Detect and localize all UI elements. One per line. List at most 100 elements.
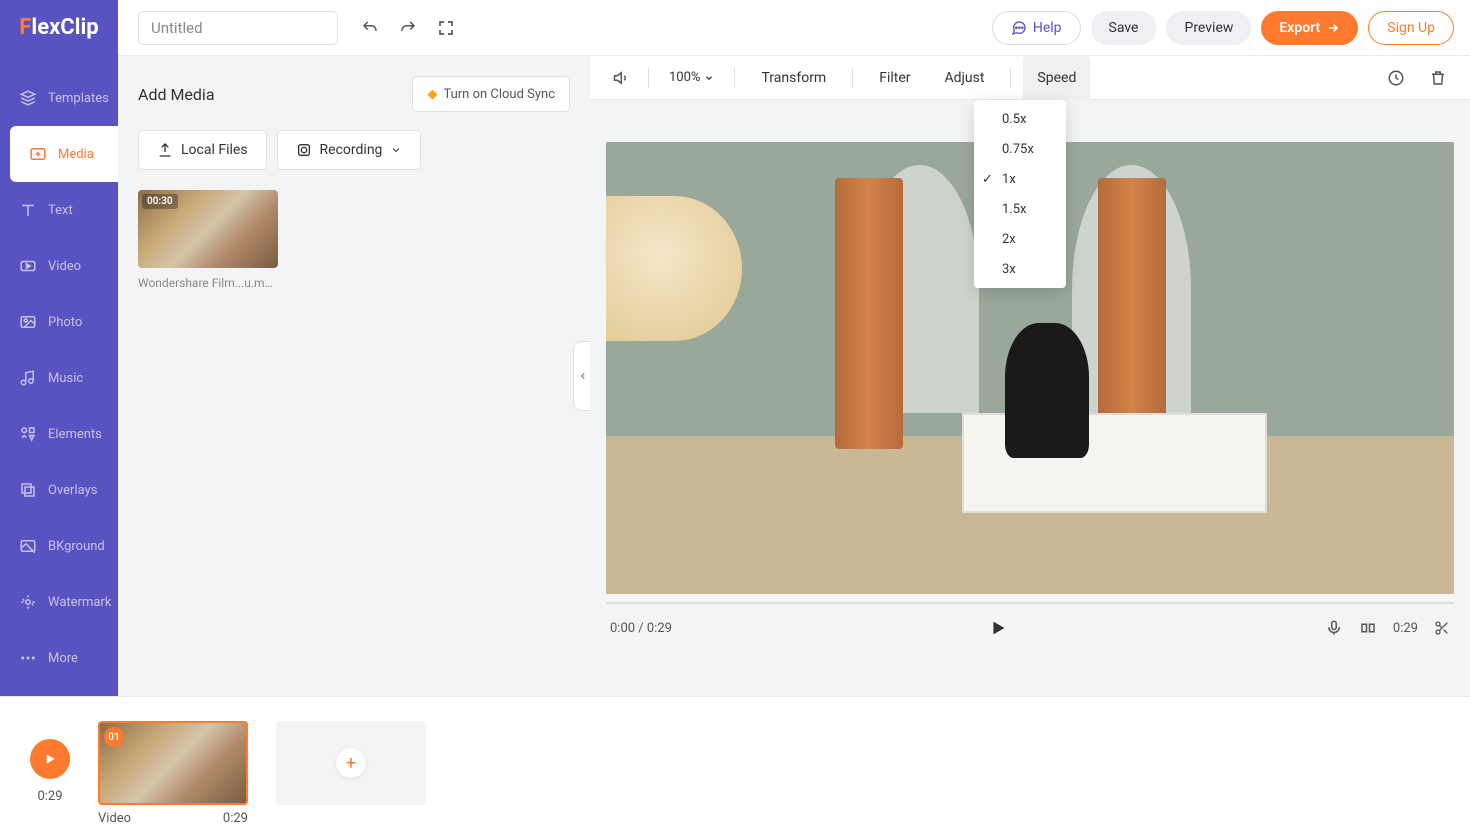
toolbar-separator — [734, 68, 735, 88]
export-button[interactable]: Export — [1261, 11, 1358, 45]
help-button[interactable]: Help — [992, 11, 1081, 45]
undo-icon[interactable] — [356, 14, 384, 42]
timeline-play-group: 0:29 — [30, 739, 70, 804]
adjust-tool[interactable]: Adjust — [931, 56, 999, 100]
upload-icon — [157, 142, 173, 158]
speed-option-label: 1x — [1002, 172, 1016, 187]
current-time-display: 0:00 / 0:29 — [610, 621, 672, 636]
arrow-right-icon — [1326, 21, 1340, 35]
sidebar-item-photo[interactable]: Photo — [0, 294, 118, 350]
thumbnail-filename: Wondershare Film...u.mp4 — [138, 276, 278, 290]
sidebar-label: More — [48, 651, 78, 666]
sidebar-item-video[interactable]: Video — [0, 238, 118, 294]
sidebar-label: Overlays — [48, 483, 97, 498]
speed-option-2x[interactable]: 2x — [974, 224, 1066, 254]
templates-icon — [18, 88, 38, 108]
chevron-left-icon — [578, 371, 588, 381]
sidebar-label: Photo — [48, 315, 82, 330]
speed-option-0.5x[interactable]: 0.5x — [974, 104, 1066, 134]
media-thumbnail[interactable]: 00:30 Wondershare Film...u.mp4 — [138, 190, 278, 290]
play-center — [672, 617, 1325, 639]
plus-icon: + — [336, 748, 366, 778]
sidebar-item-watermark[interactable]: Watermark — [0, 574, 118, 630]
speed-option-1.5x[interactable]: 1.5x — [974, 194, 1066, 224]
logo: FlexClip — [0, 0, 118, 56]
redo-icon[interactable] — [394, 14, 422, 42]
microphone-icon[interactable] — [1325, 619, 1343, 637]
background-icon — [18, 536, 38, 556]
history-icon[interactable] — [1382, 64, 1410, 92]
chevron-down-icon — [704, 73, 714, 83]
help-label: Help — [1033, 20, 1062, 36]
zoom-dropdown[interactable]: 100% — [661, 70, 722, 85]
sidebar-item-background[interactable]: BKground — [0, 518, 118, 574]
cloud-sync-button[interactable]: ◆ Turn on Cloud Sync — [412, 76, 570, 112]
panel-title: Add Media — [138, 85, 215, 104]
sidebar-item-text[interactable]: Text — [0, 182, 118, 238]
sidebar-item-more[interactable]: More — [0, 630, 118, 686]
scissors-icon[interactable] — [1434, 620, 1450, 636]
diamond-icon: ◆ — [427, 87, 437, 102]
record-icon — [296, 142, 312, 158]
logo-letter-f: F — [19, 15, 31, 40]
local-files-button[interactable]: Local Files — [138, 130, 267, 170]
volume-icon[interactable] — [608, 64, 636, 92]
speed-option-1x[interactable]: ✓1x — [974, 164, 1066, 194]
clip-duration: 0:29 — [223, 811, 248, 826]
clip-type-label: Video — [98, 811, 131, 826]
transform-tool[interactable]: Transform — [747, 56, 840, 100]
panel-header: Add Media ◆ Turn on Cloud Sync — [138, 76, 570, 112]
play-button[interactable] — [987, 617, 1009, 639]
toolbar-separator — [648, 68, 649, 88]
local-files-label: Local Files — [181, 142, 248, 158]
sidebar-item-elements[interactable]: Elements — [0, 406, 118, 462]
text-icon — [18, 200, 38, 220]
sidebar-item-music[interactable]: Music — [0, 350, 118, 406]
media-source-buttons: Local Files Recording — [138, 130, 570, 170]
sidebar: Templates Media Text Video Photo Music E… — [0, 56, 118, 696]
player-bar: 0:00 / 0:29 0:29 — [606, 604, 1454, 652]
sidebar-label: Media — [58, 147, 94, 162]
photo-icon — [18, 312, 38, 332]
preview-button[interactable]: Preview — [1166, 11, 1251, 45]
save-button[interactable]: Save — [1091, 11, 1157, 45]
toolbar-right — [1382, 64, 1452, 92]
elements-icon — [18, 424, 38, 444]
sidebar-label: Music — [48, 371, 83, 386]
project-title-input[interactable]: Untitled — [138, 11, 338, 45]
speed-tool[interactable]: Speed — [1023, 56, 1090, 100]
sidebar-label: Video — [48, 259, 81, 274]
timeline-add-clip[interactable]: + — [276, 721, 426, 805]
toolbar-separator — [852, 68, 853, 88]
split-icon[interactable] — [1359, 619, 1377, 637]
media-panel: Add Media ◆ Turn on Cloud Sync Local Fil… — [118, 56, 590, 696]
edit-toolbar: 100% Transform Filter Adjust Speed 0.5x … — [590, 56, 1470, 100]
top-right-actions: Help Save Preview Export Sign Up — [992, 11, 1454, 45]
panel-collapse-handle[interactable] — [573, 341, 591, 411]
recording-label: Recording — [320, 142, 383, 158]
speed-dropdown: 0.5x 0.75x ✓1x 1.5x 2x 3x — [974, 100, 1066, 288]
timeline-play-button[interactable] — [30, 739, 70, 779]
timeline-total-time: 0:29 — [37, 789, 62, 804]
sidebar-item-overlays[interactable]: Overlays — [0, 462, 118, 518]
player-right-controls: 0:29 — [1325, 619, 1450, 637]
sidebar-label: Templates — [48, 91, 109, 106]
music-icon — [18, 368, 38, 388]
sidebar-item-media[interactable]: Media — [10, 126, 118, 182]
filter-tool[interactable]: Filter — [865, 56, 924, 100]
delete-icon[interactable] — [1424, 64, 1452, 92]
clip-number-badge: 01 — [104, 727, 124, 747]
recording-button[interactable]: Recording — [277, 130, 422, 170]
fullscreen-icon[interactable] — [432, 14, 460, 42]
zoom-value: 100% — [669, 70, 700, 85]
signup-button[interactable]: Sign Up — [1368, 11, 1454, 45]
total-time-display: 0:29 — [1393, 621, 1418, 636]
thumbnail-image: 00:30 — [138, 190, 278, 268]
clip-meta: Video 0:29 — [98, 811, 248, 826]
speed-option-0.75x[interactable]: 0.75x — [974, 134, 1066, 164]
timeline-clip-thumbnail: 01 — [98, 721, 248, 805]
history-controls — [356, 14, 460, 42]
speed-option-3x[interactable]: 3x — [974, 254, 1066, 284]
sidebar-item-templates[interactable]: Templates — [0, 70, 118, 126]
timeline-clip[interactable]: 01 Video 0:29 — [98, 721, 248, 826]
